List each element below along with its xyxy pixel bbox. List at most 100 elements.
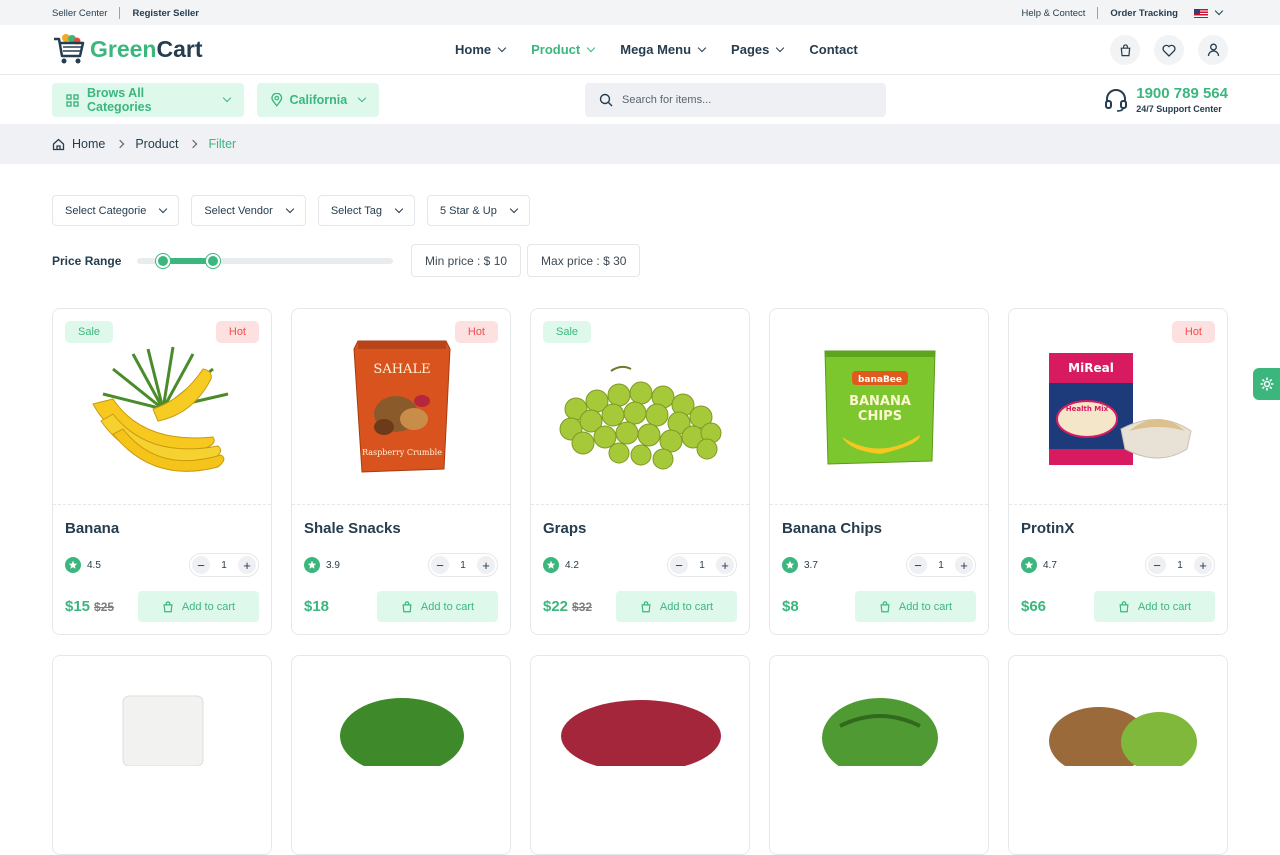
- product-rating: 3.9: [304, 557, 340, 573]
- price-min-handle[interactable]: [156, 253, 170, 268]
- chevron-down-icon: [159, 204, 168, 213]
- hot-badge: Hot: [1171, 321, 1215, 343]
- quantity-value[interactable]: 1: [460, 560, 466, 571]
- increase-button[interactable]: +: [955, 556, 973, 574]
- decrease-button[interactable]: −: [431, 556, 449, 574]
- quantity-value[interactable]: 1: [221, 560, 227, 571]
- add-to-cart-button[interactable]: Add to cart: [616, 591, 737, 622]
- chevron-down-icon[interactable]: [1214, 6, 1224, 16]
- sale-badge: Sale: [543, 321, 592, 343]
- product-card[interactable]: Sale Graps 4.2 −1 + $22 $32 Add to cart: [530, 308, 750, 635]
- increase-button[interactable]: +: [716, 556, 734, 574]
- register-seller-link[interactable]: Register Seller: [132, 8, 199, 19]
- max-price-field[interactable]: Max price : $ 30: [527, 244, 641, 277]
- decrease-button[interactable]: −: [192, 556, 210, 574]
- breadcrumb-product[interactable]: Product: [135, 137, 178, 151]
- wishlist-button[interactable]: [1154, 35, 1184, 65]
- product-rating: 4.5: [65, 557, 101, 573]
- us-flag-icon[interactable]: [1194, 8, 1208, 18]
- product-card[interactable]: [1008, 655, 1228, 855]
- account-button[interactable]: [1198, 35, 1228, 65]
- main-header: GreenCart Home Product Mega Menu Pages C…: [0, 25, 1280, 75]
- browse-categories-button[interactable]: Brows All Categories: [52, 83, 244, 117]
- star-icon: [782, 557, 798, 573]
- decrease-button[interactable]: −: [909, 556, 927, 574]
- price-slider[interactable]: [137, 253, 393, 268]
- product-card[interactable]: MiReal Health Mix Hot ProtinX 4.7 −1 + $6…: [1008, 308, 1228, 635]
- quantity-stepper: −1 +: [428, 553, 498, 577]
- product-price: $15 $25: [65, 598, 115, 615]
- product-name[interactable]: Shale Snacks: [304, 520, 401, 537]
- quantity-value[interactable]: 1: [699, 560, 705, 571]
- product-name[interactable]: Graps: [543, 520, 586, 537]
- svg-text:banaBee: banaBee: [858, 375, 902, 385]
- add-to-cart-button[interactable]: Add to cart: [855, 591, 976, 622]
- product-name[interactable]: Banana Chips: [782, 520, 882, 537]
- nav-contact[interactable]: Contact: [809, 42, 857, 57]
- quantity-stepper: −1 +: [189, 553, 259, 577]
- bag-icon: [641, 600, 651, 612]
- category-select[interactable]: Select Categorie: [52, 195, 180, 226]
- product-card[interactable]: SAHALE Raspberry Crumble Hot Shale Snack…: [291, 308, 511, 635]
- product-card[interactable]: [291, 655, 511, 855]
- increase-button[interactable]: +: [1194, 556, 1212, 574]
- settings-button[interactable]: [1253, 368, 1280, 400]
- product-rating: 4.7: [1021, 557, 1057, 573]
- breadcrumb-current: Filter: [208, 137, 237, 151]
- quantity-stepper: −1 +: [1145, 553, 1215, 577]
- product-card[interactable]: [52, 655, 272, 855]
- search-input[interactable]: Search for items...: [585, 83, 886, 117]
- price-max-handle[interactable]: [206, 253, 220, 268]
- cart-button[interactable]: [1110, 35, 1140, 65]
- product-image[interactable]: banaBee BANANA CHIPS: [770, 309, 988, 505]
- increase-button[interactable]: +: [238, 556, 256, 574]
- decrease-button[interactable]: −: [1148, 556, 1166, 574]
- product-price: $22 $32: [543, 598, 593, 615]
- location-pin-icon: [271, 93, 283, 107]
- quantity-value[interactable]: 1: [1177, 560, 1183, 571]
- search-placeholder: Search for items...: [622, 94, 712, 106]
- rating-select[interactable]: 5 Star & Up: [427, 195, 530, 226]
- product-name[interactable]: ProtinX: [1021, 520, 1074, 537]
- sale-badge: Sale: [65, 321, 114, 343]
- add-to-cart-button[interactable]: Add to cart: [377, 591, 498, 622]
- star-icon: [543, 557, 559, 573]
- increase-button[interactable]: +: [477, 556, 495, 574]
- seller-center-link[interactable]: Seller Center: [52, 8, 107, 19]
- help-contact-link[interactable]: Help & Contect: [1022, 8, 1086, 19]
- nav-home[interactable]: Home: [455, 42, 507, 57]
- product-card[interactable]: [530, 655, 750, 855]
- logo[interactable]: GreenCart: [52, 32, 203, 66]
- filter-bar: Select Categorie Select Vendor Select Ta…: [52, 195, 542, 226]
- breadcrumb-home[interactable]: Home: [72, 137, 105, 151]
- star-icon: [304, 557, 320, 573]
- price-range-label: Price Range: [52, 253, 122, 268]
- nav-product[interactable]: Product: [531, 42, 596, 57]
- chevron-down-icon: [285, 204, 295, 213]
- product-card[interactable]: [769, 655, 989, 855]
- breadcrumb: Home Product Filter: [0, 124, 1280, 164]
- quantity-value[interactable]: 1: [938, 560, 944, 571]
- vendor-select[interactable]: Select Vendor: [191, 195, 306, 226]
- svg-text:SAHALE: SAHALE: [373, 362, 430, 377]
- svg-text:CHIPS: CHIPS: [858, 409, 902, 424]
- main-nav: Home Product Mega Menu Pages Contact: [455, 42, 884, 57]
- add-to-cart-button[interactable]: Add to cart: [1094, 591, 1215, 622]
- product-card[interactable]: banaBee BANANA CHIPS Banana Chips 3.7 −1…: [769, 308, 989, 635]
- chevron-down-icon: [357, 93, 367, 103]
- nav-mega-menu[interactable]: Mega Menu: [620, 42, 707, 57]
- add-to-cart-button[interactable]: Add to cart: [138, 591, 259, 622]
- decrease-button[interactable]: −: [670, 556, 688, 574]
- nav-pages[interactable]: Pages: [731, 42, 785, 57]
- product-card[interactable]: Sale Hot Banana 4.5 −1 + $15 $25 Add to ca…: [52, 308, 272, 635]
- min-price-field[interactable]: Min price : $ 10: [411, 244, 522, 277]
- meat-image: [561, 700, 721, 766]
- grid-icon: [66, 93, 79, 107]
- support-phone[interactable]: 1900 789 564: [1136, 85, 1228, 102]
- order-tracking-link[interactable]: Order Tracking: [1110, 8, 1178, 19]
- location-button[interactable]: California: [257, 83, 379, 117]
- tag-select[interactable]: Select Tag: [317, 195, 415, 226]
- chevron-down-icon: [776, 43, 785, 52]
- home-icon: [52, 138, 65, 150]
- product-name[interactable]: Banana: [65, 520, 119, 537]
